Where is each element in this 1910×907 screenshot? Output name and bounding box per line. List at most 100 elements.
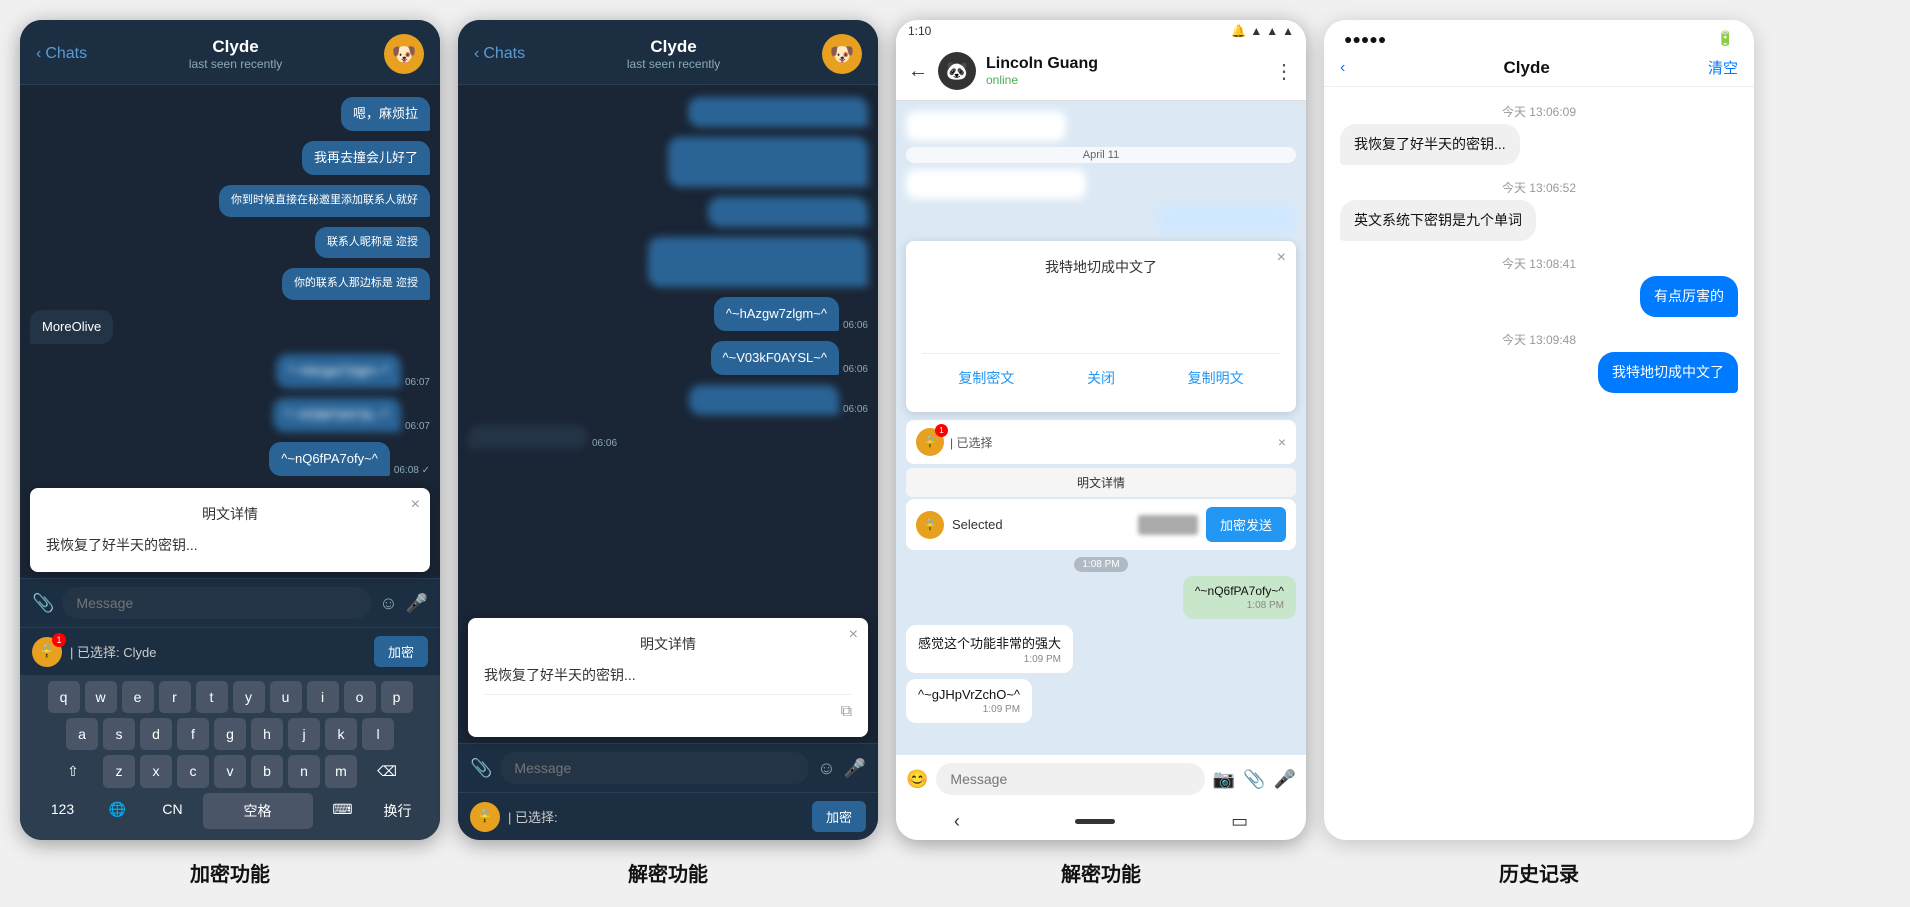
android-msg-row: ^~gJHpVrZchO~^ 1:09 PM bbox=[906, 679, 1296, 723]
encrypt-btn-1[interactable]: 加密 bbox=[374, 636, 428, 667]
key-r[interactable]: r bbox=[159, 681, 191, 713]
key-globe[interactable]: 🌐 bbox=[93, 793, 143, 829]
key-f[interactable]: f bbox=[177, 718, 209, 750]
key-k[interactable]: k bbox=[325, 718, 357, 750]
attach-button-1[interactable]: 📎 bbox=[32, 593, 54, 614]
plaintext-popup-2: 明文详情 × 我恢复了好半天的密钥... ⧉ bbox=[468, 618, 868, 737]
android-popup-close-btn[interactable]: × bbox=[1277, 249, 1286, 267]
key-a[interactable]: a bbox=[66, 718, 98, 750]
ios-msg-row-1: 我恢复了好半天的密钥... bbox=[1340, 124, 1738, 165]
key-y[interactable]: y bbox=[233, 681, 265, 713]
chat-header-2: ‹ Chats Clyde last seen recently 🐶 bbox=[458, 20, 878, 85]
key-g[interactable]: g bbox=[214, 718, 246, 750]
android-inner-close-btn[interactable]: × bbox=[1278, 434, 1286, 450]
android-bubble-blurred bbox=[1156, 205, 1296, 233]
android-menu-btn[interactable]: ⋮ bbox=[1274, 59, 1294, 84]
input-bar-2: 📎 ☺ 🎤 bbox=[458, 743, 878, 792]
ios-back-btn[interactable]: ‹ bbox=[1340, 59, 1345, 77]
key-keyboard[interactable]: ⌨ bbox=[318, 793, 368, 829]
msg-row: 你的联系人那边标是 迩授 bbox=[30, 268, 430, 299]
ios-clear-btn[interactable]: 清空 bbox=[1708, 57, 1738, 78]
ios-msg-group: 今天 13:06:09 我恢复了好半天的密钥... bbox=[1340, 99, 1738, 165]
key-w[interactable]: w bbox=[85, 681, 117, 713]
android-attach-icon[interactable]: 📎 bbox=[1243, 769, 1265, 790]
key-v[interactable]: v bbox=[214, 755, 246, 788]
android-popup-title: 我特地切成中文了 bbox=[922, 257, 1280, 277]
key-return[interactable]: 换行 bbox=[373, 793, 423, 829]
android-message-input[interactable] bbox=[936, 763, 1204, 795]
messages-area-2: ^~hAzgw7zlgm~^ 06:06 ^~V03kF0AYSL~^ 06:0… bbox=[458, 85, 878, 612]
key-z[interactable]: z bbox=[103, 755, 135, 788]
key-q[interactable]: q bbox=[48, 681, 80, 713]
mic-button-2[interactable]: 🎤 bbox=[844, 758, 866, 779]
encrypt-btn-2[interactable]: 加密 bbox=[812, 801, 866, 832]
ios-chat-header: ‹ Clyde 清空 bbox=[1324, 51, 1754, 87]
android-back-btn[interactable]: ← bbox=[908, 60, 928, 83]
android-msg-row: ^~nQ6fPA7ofy~^ 1:08 PM bbox=[906, 576, 1296, 619]
popup-close-btn-2[interactable]: × bbox=[849, 626, 858, 644]
key-space[interactable]: 空格 bbox=[203, 793, 313, 829]
msg-row bbox=[468, 137, 868, 187]
key-l[interactable]: l bbox=[362, 718, 394, 750]
key-c[interactable]: c bbox=[177, 755, 209, 788]
ios-status-bar: ●●●●● 🔋 bbox=[1324, 20, 1754, 51]
key-i[interactable]: i bbox=[307, 681, 339, 713]
ios-msg-time-1: 今天 13:06:09 bbox=[1340, 103, 1738, 120]
android-camera-icon[interactable]: 📷 bbox=[1213, 769, 1235, 790]
key-u[interactable]: u bbox=[270, 681, 302, 713]
android-chat-header: ← 🐼 Lincoln Guang online ⋮ bbox=[896, 42, 1306, 101]
android-mic-icon[interactable]: 🎤 bbox=[1274, 769, 1296, 790]
android-nav-back[interactable]: ‹ bbox=[954, 811, 960, 832]
copy-plaintext-btn[interactable]: 复制明文 bbox=[1178, 364, 1254, 392]
mic-button-1[interactable]: 🎤 bbox=[406, 593, 428, 614]
message-input-1[interactable] bbox=[62, 587, 371, 619]
close-popup-btn[interactable]: 关闭 bbox=[1077, 364, 1125, 392]
android-emoji-icon[interactable]: 😊 bbox=[906, 769, 928, 790]
encrypt-bar-2: 🔒 | 已选择: 加密 bbox=[458, 792, 878, 840]
key-123[interactable]: 123 bbox=[38, 793, 88, 829]
key-b[interactable]: b bbox=[251, 755, 283, 788]
key-x[interactable]: x bbox=[140, 755, 172, 788]
key-e[interactable]: e bbox=[122, 681, 154, 713]
popup-close-btn-1[interactable]: × bbox=[411, 496, 420, 514]
key-t[interactable]: t bbox=[196, 681, 228, 713]
android-encrypt-send-btn[interactable]: 加密发送 bbox=[1206, 507, 1286, 542]
copy-btn-2[interactable]: ⧉ bbox=[841, 703, 852, 721]
ios-signal-icon: ●●●●● bbox=[1344, 31, 1386, 47]
emoji-button-2[interactable]: ☺ bbox=[817, 758, 835, 779]
key-m[interactable]: m bbox=[325, 755, 357, 788]
contact-avatar-1[interactable]: 🐶 bbox=[384, 34, 424, 74]
msg-row: 06:06 bbox=[468, 385, 868, 415]
keyboard-1: q w e r t y u i o p a s d f g h bbox=[20, 675, 440, 840]
input-bar-1: 📎 ☺ 🎤 bbox=[20, 578, 440, 627]
key-d[interactable]: d bbox=[140, 718, 172, 750]
key-j[interactable]: j bbox=[288, 718, 320, 750]
encrypt-bar-info-2: | 已选择: bbox=[508, 807, 804, 826]
message-bubble-blurred bbox=[668, 137, 868, 187]
emoji-button-1[interactable]: ☺ bbox=[379, 593, 397, 614]
back-button-2[interactable]: ‹ Chats bbox=[474, 45, 525, 63]
msg-row: ^~V03kF0AYSL~^ 06:06 bbox=[468, 341, 868, 375]
key-o[interactable]: o bbox=[344, 681, 376, 713]
key-cn[interactable]: CN bbox=[148, 793, 198, 829]
key-shift[interactable]: ⇧ bbox=[48, 755, 98, 788]
android-messages: April 11 我特地切成中文了 × 复制密文 bbox=[896, 101, 1306, 755]
encrypt-icon-wrapper-1: 🔒 1 bbox=[32, 637, 62, 667]
attach-button-2[interactable]: 📎 bbox=[470, 758, 492, 779]
key-p[interactable]: p bbox=[381, 681, 413, 713]
copy-ciphertext-btn[interactable]: 复制密文 bbox=[948, 364, 1024, 392]
key-s[interactable]: s bbox=[103, 718, 135, 750]
key-h[interactable]: h bbox=[251, 718, 283, 750]
phone-frame-1: ‹ Chats Clyde last seen recently 🐶 嗯，麻烦拉… bbox=[20, 20, 440, 840]
header-center-1: Clyde last seen recently bbox=[189, 37, 282, 71]
android-nav-home[interactable] bbox=[1075, 819, 1115, 824]
ios-msg-row-2: 英文系统下密钥是九个单词 bbox=[1340, 200, 1738, 241]
key-n[interactable]: n bbox=[288, 755, 320, 788]
back-button-1[interactable]: ‹ Chats bbox=[36, 45, 87, 63]
message-bubble: ^~V03kF0AYSL~^ bbox=[711, 341, 839, 375]
android-nav-recent[interactable]: ▭ bbox=[1231, 811, 1248, 832]
message-input-2[interactable] bbox=[500, 752, 809, 784]
msg-time: 1:09 PM bbox=[918, 654, 1061, 665]
key-backspace[interactable]: ⌫ bbox=[362, 755, 412, 788]
contact-avatar-2[interactable]: 🐶 bbox=[822, 34, 862, 74]
